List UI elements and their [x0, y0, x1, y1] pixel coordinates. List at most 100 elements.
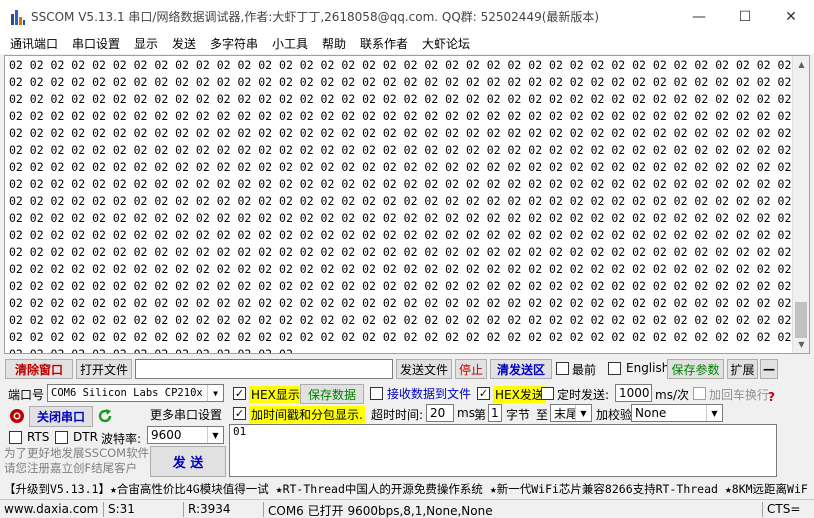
english-label: English	[626, 361, 670, 375]
status-website[interactable]: www.daxia.com	[4, 502, 98, 516]
receive-line: 02 02 02 02 02 02 02 02 02 02 02 02 02 0…	[9, 262, 810, 276]
rts-label: RTS	[27, 430, 50, 444]
save-params-button[interactable]: 保存参数	[667, 359, 724, 379]
timeout-label: 超时时间:	[371, 408, 424, 422]
menu-forum[interactable]: 大虾论坛	[422, 35, 470, 52]
recv-to-file-label[interactable]: 接收数据到文件	[387, 385, 471, 402]
menu-contact-author[interactable]: 联系作者	[360, 35, 408, 52]
timestamp-label: 加时间戳和分包显示.	[249, 406, 365, 423]
clear-send-button[interactable]: 清发送区	[490, 359, 552, 379]
topmost-checkbox[interactable]	[556, 362, 569, 375]
menu-comm-port[interactable]: 通讯端口	[10, 35, 58, 52]
status-cts: CTS=	[767, 502, 801, 516]
receive-line: 02 02 02 02 02 02 02 02 02 02 02 02 02 0…	[9, 58, 810, 72]
chevron-down-icon: ▼	[207, 385, 223, 401]
menu-serial-settings[interactable]: 串口设置	[72, 35, 120, 52]
dtr-label: DTR	[73, 430, 98, 444]
hex-display-label: HEX显示	[249, 386, 302, 403]
port-label: 端口号	[8, 388, 45, 402]
send-button[interactable]: 发 送	[150, 446, 226, 477]
port-select[interactable]: COM6 Silicon Labs CP210x U ▼	[47, 384, 224, 402]
open-file-button[interactable]: 打开文件	[76, 359, 132, 379]
receive-line: 02 02 02 02 02 02 02 02 02 02 02 02 02 0…	[9, 160, 810, 174]
chevron-down-icon: ▼	[207, 427, 223, 443]
news-ticker[interactable]: 【升级到V5.13.1】★合宙高性价比4G模块值得一试 ★RT-Thread中国…	[0, 479, 814, 498]
app-logo-icon	[11, 10, 25, 25]
send-text: 01	[233, 425, 247, 438]
english-checkbox[interactable]	[608, 362, 621, 375]
help-icon[interactable]: ?	[768, 390, 775, 404]
menu-bar: 通讯端口 串口设置 显示 发送 多字符串 小工具 帮助 联系作者 大虾论坛	[0, 33, 814, 54]
file-path-input[interactable]	[135, 359, 393, 379]
port-status-icon	[10, 409, 24, 423]
status-bar: www.daxia.com S:31 R:3934 COM6 已打开 9600b…	[0, 499, 814, 518]
timed-send-checkbox[interactable]	[541, 387, 554, 400]
port-select-value: COM6 Silicon Labs CP210x U	[51, 387, 216, 399]
menu-send[interactable]: 发送	[172, 35, 196, 52]
add-crlf-checkbox[interactable]	[693, 387, 706, 400]
recv-to-file-checkbox[interactable]	[370, 387, 383, 400]
close-button[interactable]: ✕	[768, 0, 814, 33]
send-file-button[interactable]: 发送文件	[396, 359, 452, 379]
receive-line: 02 02 02 02 02 02 02 02 02 02 02 02 02 0…	[9, 194, 810, 208]
more-settings-link[interactable]: 更多串口设置	[150, 406, 222, 423]
minimize-icon: —	[692, 8, 706, 25]
scroll-thumb[interactable]	[795, 302, 807, 338]
sscom-window: SSCOM V5.13.1 串口/网络数据调试器,作者:大虾丁丁,2618058…	[0, 0, 814, 518]
scroll-down-icon[interactable]: ▼	[793, 336, 809, 353]
window-title: SSCOM V5.13.1 串口/网络数据调试器,作者:大虾丁丁,2618058…	[31, 10, 600, 24]
status-port-state: COM6 已打开 9600bps,8,1,None,None	[268, 504, 493, 518]
checksum-select[interactable]: None ▼	[631, 404, 723, 422]
refresh-icon[interactable]	[97, 408, 113, 424]
receive-line: 02 02 02 02 02 02 02 02 02 02 02 02 02 0…	[9, 228, 810, 242]
rts-checkbox[interactable]	[9, 431, 22, 444]
checksum-value: None	[635, 406, 667, 420]
hex-send-checkbox[interactable]: ✓	[477, 387, 490, 400]
send-textarea[interactable]: 01	[229, 424, 777, 477]
receive-line: 02 02 02 02 02 02 02 02 02 02 02 02 02 0…	[9, 126, 810, 140]
baud-select[interactable]: 9600 ▼	[147, 426, 224, 444]
status-sent-count: S:31	[108, 502, 135, 516]
byte-label: 字节	[506, 408, 531, 422]
baud-select-value: 9600	[151, 428, 182, 442]
hex-send-label: HEX发送	[493, 386, 546, 403]
title-bar: SSCOM V5.13.1 串口/网络数据调试器,作者:大虾丁丁,2618058…	[0, 0, 814, 33]
receive-line: 02 02 02 02 02 02 02 02 02 02 02 02 02 0…	[9, 109, 810, 123]
timeout-input[interactable]: 20	[426, 404, 454, 422]
byte-nth-label: 第	[474, 408, 487, 422]
menu-help[interactable]: 帮助	[322, 35, 346, 52]
minimize-button[interactable]: —	[676, 0, 722, 33]
timestamp-checkbox[interactable]: ✓	[233, 407, 246, 420]
close-port-button[interactable]: 关闭串口	[29, 406, 93, 427]
clear-window-button[interactable]: 清除窗口	[5, 359, 73, 379]
stop-button[interactable]: 停止	[455, 359, 487, 379]
ticker-text: 【升级到V5.13.1】★合宙高性价比4G模块值得一试 ★RT-Thread中国…	[4, 482, 808, 496]
close-icon: ✕	[785, 8, 797, 25]
receive-line: 02 02 02 02 02 02 02 02 02 02 02 02 02 0…	[9, 177, 810, 191]
collapse-button[interactable]: —	[760, 359, 778, 379]
menu-multi-string[interactable]: 多字符串	[210, 35, 258, 52]
maximize-icon: ☐	[738, 8, 752, 25]
receive-area[interactable]: 02 02 02 02 02 02 02 02 02 02 02 02 02 0…	[4, 55, 810, 354]
interval-input[interactable]: 1000	[615, 384, 652, 402]
menu-tools[interactable]: 小工具	[272, 35, 308, 52]
receive-line: 02 02 02 02 02 02 02 02 02 02 02 02 02 0…	[9, 211, 810, 225]
expand-button[interactable]: 扩展	[727, 359, 758, 379]
receive-line: 02 02 02 02 02 02 02 02 02 02 02 02 02 0…	[9, 75, 810, 89]
dtr-checkbox[interactable]	[55, 431, 68, 444]
maximize-button[interactable]: ☐	[722, 0, 768, 33]
timed-send-label: 定时发送:	[557, 388, 610, 402]
hex-display-checkbox[interactable]: ✓	[233, 387, 246, 400]
save-data-button[interactable]: 保存数据	[300, 384, 364, 404]
receive-scrollbar[interactable]: ▲ ▼	[792, 56, 809, 353]
receive-text: 02 02 02 02 02 02 02 02 02 02 02 02 02 0…	[9, 57, 810, 353]
receive-line: 02 02 02 02 02 02 02 02 02 02 02 02 02 0…	[9, 313, 810, 327]
receive-line: 02 02 02 02 02 02 02 02 02 02 02 02 02 0…	[9, 279, 810, 293]
menu-display[interactable]: 显示	[134, 35, 158, 52]
byte-end-select[interactable]: 末尾 ▼	[550, 404, 592, 422]
topmost-label: 最前	[572, 363, 597, 377]
byte-index-input[interactable]: 1	[488, 404, 502, 422]
promo-text[interactable]: 为了更好地发展SSCOM软件 请您注册嘉立创F结尾客户	[4, 446, 149, 476]
scroll-up-icon[interactable]: ▲	[793, 56, 809, 73]
byte-to-label: 至	[536, 408, 549, 422]
